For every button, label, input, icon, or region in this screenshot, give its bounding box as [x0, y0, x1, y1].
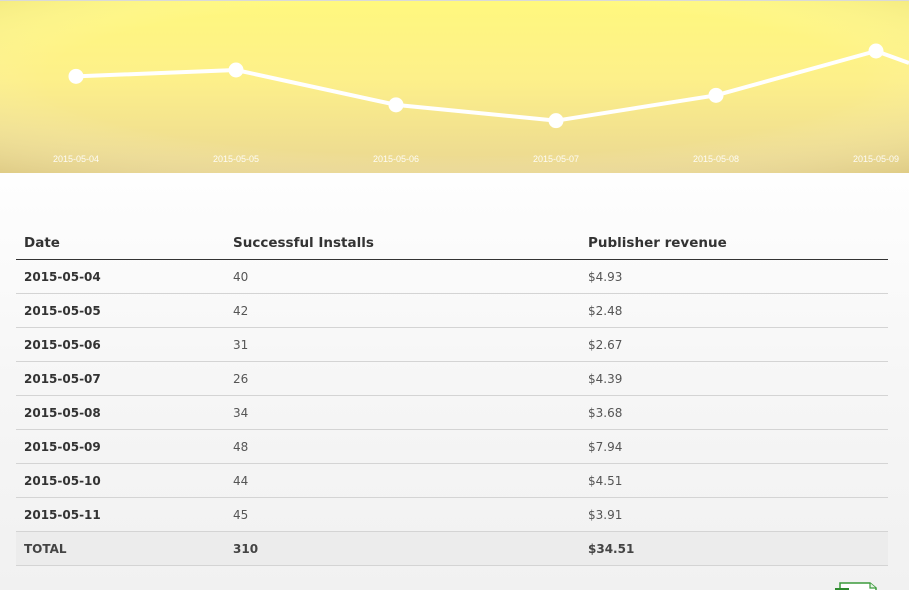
table-row: 2015-05-11 45 $3.91	[16, 497, 888, 532]
data-point-2015-05-04[interactable]	[68, 68, 84, 84]
x-tick-label: 2015-05-04	[53, 154, 99, 164]
x-tick-label: 2015-05-07	[533, 154, 579, 164]
total-label: TOTAL	[16, 531, 225, 566]
data-point-2015-05-05[interactable]	[228, 62, 244, 78]
total-row: TOTAL 310 $34.51	[16, 531, 888, 566]
installs-cell: 40	[225, 259, 580, 294]
installs-cell: 34	[225, 395, 580, 430]
revenue-cell: $4.51	[580, 463, 888, 498]
date-cell: 2015-05-08	[16, 395, 225, 430]
revenue-cell: $2.48	[580, 293, 888, 328]
revenue-cell: $2.67	[580, 327, 888, 362]
spreadsheet-export-icon[interactable]	[834, 581, 884, 590]
date-cell: 2015-05-07	[16, 361, 225, 396]
table-row: 2015-05-05 42 $2.48	[16, 293, 888, 328]
date-cell: 2015-05-11	[16, 497, 225, 532]
installs-cell: 31	[225, 327, 580, 362]
installs-cell: 48	[225, 429, 580, 464]
x-tick-label: 2015-05-09	[853, 154, 899, 164]
data-point-2015-05-06[interactable]	[388, 97, 404, 113]
table-row: 2015-05-09 48 $7.94	[16, 429, 888, 464]
installs-cell: 42	[225, 293, 580, 328]
data-point-2015-05-08[interactable]	[708, 87, 724, 103]
date-column-header[interactable]: Date	[16, 226, 225, 260]
date-cell: 2015-05-06	[16, 327, 225, 362]
revenue-cell: $4.39	[580, 361, 888, 396]
installs-table: Date Successful Installs Publisher reven…	[16, 226, 888, 566]
installs-cell: 44	[225, 463, 580, 498]
x-tick-label: 2015-05-06	[373, 154, 419, 164]
data-point-2015-05-07[interactable]	[548, 113, 564, 129]
installs-cell: 45	[225, 497, 580, 532]
table-row: 2015-05-06 31 $2.67	[16, 327, 888, 362]
table-header-row: Date Successful Installs Publisher reven…	[16, 226, 888, 260]
installs-column-header[interactable]: Successful Installs	[225, 226, 580, 260]
data-point-2015-05-09[interactable]	[868, 43, 884, 59]
table-row: 2015-05-10 44 $4.51	[16, 463, 888, 498]
x-tick-label: 2015-05-05	[213, 154, 259, 164]
date-cell: 2015-05-05	[16, 293, 225, 328]
x-tick-label: 2015-05-08	[693, 154, 739, 164]
total-installs: 310	[225, 531, 580, 566]
revenue-cell: $3.91	[580, 497, 888, 532]
revenue-cell: $7.94	[580, 429, 888, 464]
date-cell: 2015-05-10	[16, 463, 225, 498]
table-row: 2015-05-08 34 $3.68	[16, 395, 888, 430]
installs-line-chart: 2015-05-04 2015-05-05 2015-05-06 2015-05-07…	[0, 0, 909, 173]
date-cell: 2015-05-09	[16, 429, 225, 464]
installs-cell: 26	[225, 361, 580, 396]
revenue-cell: $3.68	[580, 395, 888, 430]
revenue-cell: $4.93	[580, 259, 888, 294]
table-row: 2015-05-04 40 $4.93	[16, 259, 888, 294]
chart-vignette	[0, 1, 909, 173]
revenue-column-header[interactable]: Publisher revenue	[580, 226, 888, 260]
total-revenue: $34.51	[580, 531, 888, 566]
report-page: 2015-05-04 2015-05-05 2015-05-06 2015-05-07…	[0, 0, 909, 590]
table-row: 2015-05-07 26 $4.39	[16, 361, 888, 396]
spreadsheet-export-icon-graphic	[835, 582, 877, 590]
date-cell: 2015-05-04	[16, 259, 225, 294]
installs-chart-svg: 2015-05-04 2015-05-05 2015-05-06 2015-05-07…	[0, 1, 909, 173]
